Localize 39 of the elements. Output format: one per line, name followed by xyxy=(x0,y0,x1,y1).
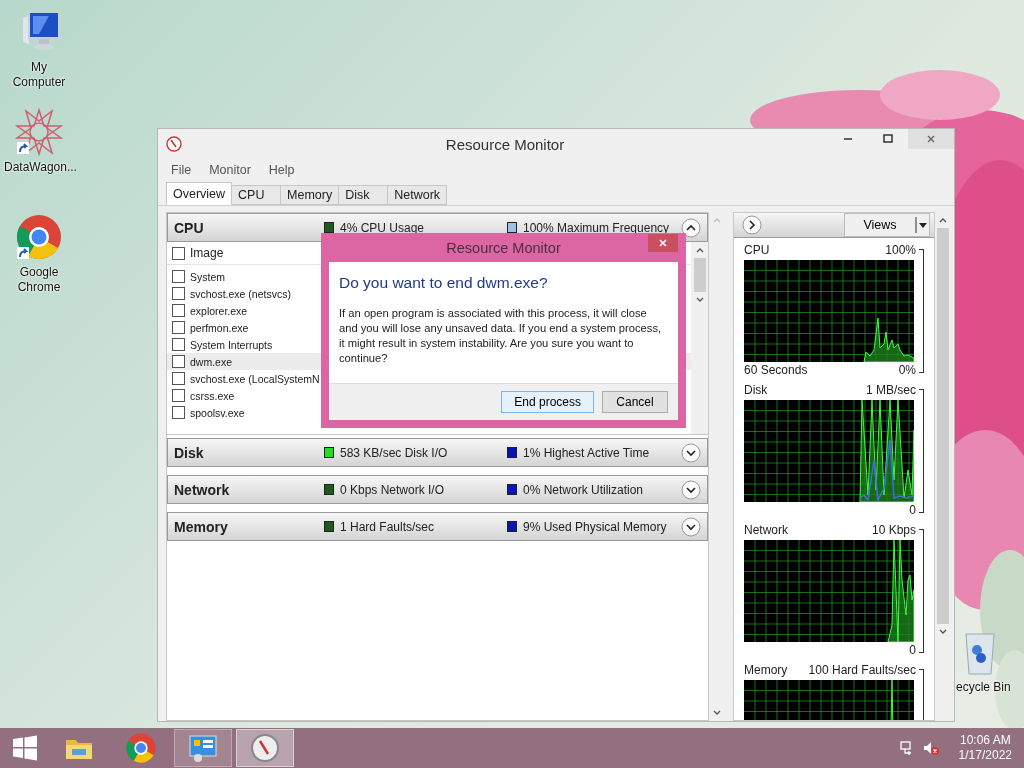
graph-max-label: 100% xyxy=(885,243,916,257)
section-title: Memory xyxy=(174,518,229,535)
graph-max-label: 1 MB/sec xyxy=(866,383,916,397)
stat-label: 583 KB/sec Disk I/O xyxy=(340,445,448,460)
clock-time: 10:06 AM xyxy=(959,733,1011,748)
stat-label: 100% Maximum Frequency xyxy=(523,220,670,235)
process-name: svchost.exe (netsvcs) xyxy=(190,287,291,300)
process-name: dwm.exe xyxy=(190,355,232,368)
stat-label: 1% Highest Active Time xyxy=(523,445,650,460)
graph-title: CPU xyxy=(744,243,770,257)
clock-date: 1/17/2022 xyxy=(958,748,1012,763)
dialog-title: Resource Monitor xyxy=(446,239,561,256)
process-name: System xyxy=(190,270,225,283)
stat-label: 0% Network Utilization xyxy=(523,482,644,497)
process-name: csrss.exe xyxy=(190,389,235,402)
dialog-heading: Do you want to end dwm.exe? xyxy=(339,274,549,292)
graph-title: Disk xyxy=(744,383,768,397)
graph-min-label: 0 xyxy=(909,643,916,657)
graph-max-label: 100 Hard Faults/sec xyxy=(808,663,916,677)
graph-min-label: 0% xyxy=(898,363,916,377)
process-name: explorer.exe xyxy=(190,304,248,317)
process-name: perfmon.exe xyxy=(190,321,249,334)
stat-label: 1 Hard Faults/sec xyxy=(340,519,435,534)
section-title: Network xyxy=(174,481,231,498)
stat-label: 9% Used Physical Memory xyxy=(523,519,667,534)
dialog-message: If an open program is associated with this process, it will close and you will lose any unsaved data. If you end a system process, it might result in system instability. Are you sure you want to continue? xyxy=(339,306,663,366)
graph-max-label: 10 Kbps xyxy=(871,523,916,537)
graph-title: Memory xyxy=(744,663,788,677)
process-name: svchost.exe (LocalSystemN xyxy=(190,372,320,385)
process-name: System Interrupts xyxy=(190,338,273,351)
process-name: spoolsv.exe xyxy=(190,406,245,419)
stat-label: 0 Kbps Network I/O xyxy=(340,482,445,497)
stat-label: 4% CPU Usage xyxy=(340,220,425,235)
section-title: CPU xyxy=(174,219,205,236)
section-title: Disk xyxy=(174,444,205,461)
graph-title: Network xyxy=(744,523,788,537)
graph-time-label: 60 Seconds xyxy=(744,363,808,377)
window-title: Resource Monitor xyxy=(445,135,565,153)
graph-min-label: 0 xyxy=(909,503,916,517)
